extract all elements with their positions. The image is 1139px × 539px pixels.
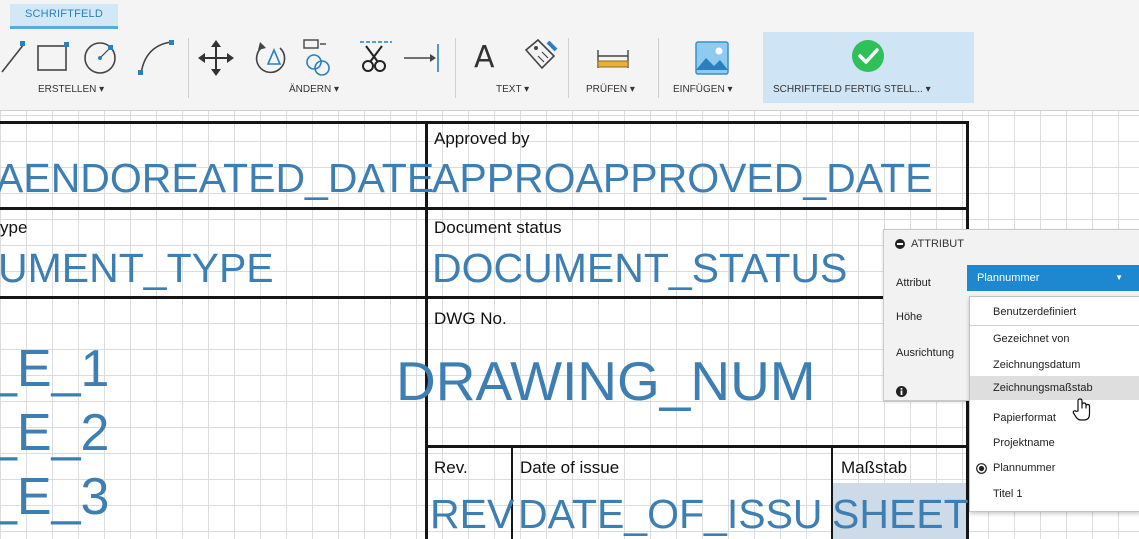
checkmark-icon [852, 40, 884, 72]
divider [568, 38, 569, 98]
document-status-field[interactable]: DOCUMENT_STATUS [432, 245, 847, 292]
divider [658, 38, 659, 98]
divider [455, 38, 456, 98]
rev-field[interactable]: REV [430, 491, 514, 538]
hoehe-label: Höhe [896, 311, 923, 323]
trim-icon[interactable] [356, 36, 396, 80]
border-row2 [0, 296, 969, 299]
dwg-no-label: DWG No. [434, 309, 507, 328]
border-row1 [0, 207, 969, 210]
group-text[interactable]: TEXT ▾ [496, 84, 529, 95]
option-papierformat[interactable]: Papierformat [970, 406, 1139, 430]
attribute-select-value: Plannummer [977, 272, 1040, 284]
option-zeichnungsdatum[interactable]: Zeichnungsdatum [970, 353, 1139, 377]
rev-label: Rev. [434, 458, 468, 477]
approved-date-field[interactable]: APPROAPPROVED_DATE [432, 155, 933, 202]
document-status-label: Document status [434, 218, 562, 237]
move-icon[interactable] [196, 38, 236, 78]
attribute-dropdown: Benutzerdefiniert Gezeichnet von Zeichnu… [969, 296, 1139, 512]
border-row3 [426, 445, 969, 448]
tag-edit-icon[interactable] [520, 36, 560, 76]
radio-checked-icon [976, 463, 987, 474]
date-of-issue-field[interactable]: DATE_OF_ISSU [518, 491, 823, 538]
sheet-field[interactable]: SHEET [832, 491, 969, 538]
title-line-3[interactable]: _E_3 [0, 467, 109, 527]
attribute-panel-title: ATTRIBUT [911, 238, 964, 250]
hand-cursor-icon [1072, 398, 1091, 421]
group-erstellen[interactable]: ERSTELLEN ▾ [38, 84, 104, 95]
created-date-field[interactable]: AENDOREATED_DATE [0, 155, 434, 202]
document-type-field[interactable]: UMENT_TYPE [0, 245, 274, 292]
scale-label: Maßstab [841, 458, 908, 477]
text-icon[interactable]: A [474, 40, 495, 75]
option-projektname[interactable]: Projektname [970, 431, 1139, 455]
approved-by-label: Approved by [434, 129, 530, 148]
measure-icon[interactable] [594, 46, 634, 72]
drawing-number-field[interactable]: DRAWING_NUM [396, 349, 816, 413]
group-einfuegen[interactable]: EINFÜGEN ▾ [673, 84, 732, 95]
group-pruefen[interactable]: PRÜFEN ▾ [586, 84, 635, 95]
rotate-icon[interactable] [250, 36, 290, 78]
attribute-select[interactable]: Plannummer ▼ [967, 265, 1139, 291]
finish-label: SCHRIFTFELD FERTIG STELL... ▾ [773, 84, 931, 95]
image-insert-icon[interactable] [692, 38, 732, 78]
divider [970, 325, 1139, 326]
attribute-panel-header[interactable]: ATTRIBUT [884, 230, 1139, 258]
arc-icon[interactable] [135, 38, 179, 78]
divider [188, 38, 189, 98]
chevron-down-icon: ▼ [1115, 273, 1123, 282]
group-aendern[interactable]: ÄNDERN ▾ [289, 84, 339, 95]
option-plannummer[interactable]: Plannummer [970, 456, 1139, 480]
finish-titleblock-button[interactable]: SCHRIFTFELD FERTIG STELL... ▾ [763, 32, 974, 103]
date-of-issue-label: Date of issue [520, 458, 620, 477]
ausrichtung-label: Ausrichtung [896, 347, 955, 359]
title-line-1[interactable]: _E_1 [0, 339, 109, 399]
ribbon-toolbar: SCHRIFTFELD ERSTELLEN ▾ ÄNDERN ▾ A TEXT … [0, 0, 1139, 111]
border-top [0, 121, 969, 124]
option-titel-1[interactable]: Titel 1 [970, 482, 1139, 506]
option-benutzerdefiniert[interactable]: Benutzerdefiniert [970, 300, 1139, 324]
info-icon[interactable] [896, 386, 907, 397]
option-zeichnungsmassstab[interactable]: Zeichnungsmaßstab [970, 376, 1139, 400]
line-icon[interactable] [0, 38, 30, 78]
option-gezeichnet-von[interactable]: Gezeichnet von [970, 327, 1139, 351]
rectangle-icon[interactable] [34, 40, 74, 76]
option-plannummer-label: Plannummer [993, 462, 1056, 474]
circle-icon[interactable] [80, 36, 124, 80]
collapse-icon[interactable] [895, 239, 905, 249]
offset-icon[interactable] [300, 36, 340, 80]
tab-schriftfeld[interactable]: SCHRIFTFELD [10, 4, 118, 29]
document-type-label: ype [0, 218, 28, 237]
title-line-2[interactable]: _E_2 [0, 403, 109, 463]
attribut-label: Attribut [896, 277, 931, 289]
extend-icon[interactable] [400, 40, 444, 76]
